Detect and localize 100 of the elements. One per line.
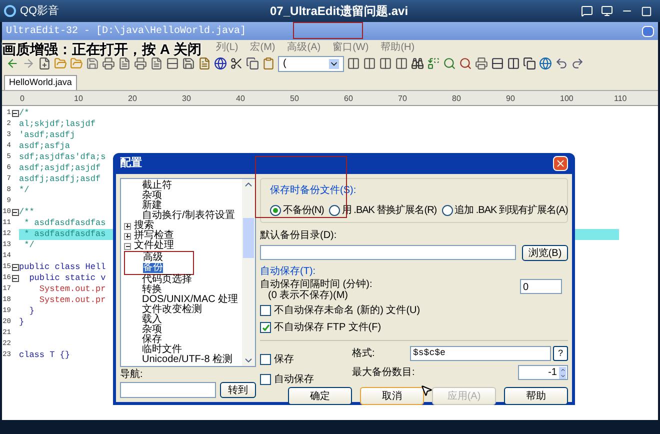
printer-icon[interactable] xyxy=(102,57,115,70)
field-label: 最大备份数目: xyxy=(352,366,416,380)
checkbox[interactable] xyxy=(260,354,271,365)
code-line: } xyxy=(19,317,24,328)
chat-icon[interactable] xyxy=(581,5,593,17)
split-horizontal-icon[interactable] xyxy=(491,57,504,70)
directory-field[interactable] xyxy=(260,245,516,260)
dialog-button[interactable]: 帮助 xyxy=(504,387,568,405)
spinner-icon[interactable] xyxy=(559,366,566,378)
navigation-field[interactable] xyxy=(120,382,216,398)
globe-icon[interactable] xyxy=(214,57,227,70)
browse-button[interactable]: 浏览(B) xyxy=(522,245,568,261)
field-label: 自动保存间隔时间 (分钟): xyxy=(260,279,372,290)
tree-item[interactable]: 代码页选择 xyxy=(142,275,192,285)
columns-icon[interactable] xyxy=(347,57,360,70)
clipboard-icon[interactable] xyxy=(262,57,275,70)
document-icon[interactable] xyxy=(118,57,131,70)
code-line: asdf;asfja xyxy=(19,141,70,152)
highlight-frame xyxy=(293,22,363,39)
expander-icon[interactable] xyxy=(124,232,131,240)
checkbox[interactable] xyxy=(260,305,271,316)
binoculars-icon[interactable] xyxy=(411,57,424,70)
spin-field[interactable]: -1 xyxy=(518,365,568,380)
tree-item[interactable]: 文件改变检测 xyxy=(142,305,202,315)
code-line: } xyxy=(28,306,34,317)
copy-icon[interactable] xyxy=(246,57,259,70)
fold-toggle-icon[interactable] xyxy=(12,209,18,216)
minimize-button[interactable] xyxy=(642,26,654,36)
ruler-number: 0 xyxy=(20,95,26,105)
redo-icon[interactable] xyxy=(571,57,584,70)
column-icon[interactable] xyxy=(395,57,408,70)
screen-icon[interactable] xyxy=(601,5,613,17)
tree-item[interactable]: 自动换行/制表符设置 xyxy=(142,211,235,221)
tree-item[interactable]: 截止符 xyxy=(142,181,172,191)
help-button[interactable]: ? xyxy=(553,346,568,361)
undo-icon[interactable] xyxy=(555,57,568,70)
maximize-icon[interactable] xyxy=(641,6,652,16)
code-line: /* xyxy=(19,108,30,119)
field-label: 默认备份目录(D): xyxy=(260,229,338,243)
interval-field[interactable]: 0 xyxy=(520,279,562,294)
radio-button[interactable] xyxy=(328,205,340,216)
fold-toggle-icon[interactable] xyxy=(12,264,18,271)
field-label: 格式: xyxy=(352,346,376,361)
dropdown-field[interactable]: ( xyxy=(278,56,344,72)
find-icon[interactable] xyxy=(443,57,456,70)
tree-item[interactable]: 高级 xyxy=(143,253,163,263)
printer-icon[interactable] xyxy=(475,57,488,70)
code-line: asdf;asjdf;asjdf xyxy=(19,163,101,174)
split-vertical-icon[interactable] xyxy=(507,57,520,70)
scissors-icon[interactable] xyxy=(230,57,243,70)
tree-item[interactable]: 转换 xyxy=(142,285,162,295)
radio-button[interactable] xyxy=(270,205,281,216)
go-to-button[interactable]: 转到 xyxy=(220,382,256,398)
tree-item[interactable]: 搜索 xyxy=(134,221,154,231)
checkbox[interactable] xyxy=(260,322,271,333)
lines-icon[interactable] xyxy=(166,57,179,70)
checkbox[interactable] xyxy=(260,374,271,385)
tree-item[interactable]: 杂项 xyxy=(142,191,162,201)
code-line: asdfj;asdfj;asdf xyxy=(19,174,101,185)
ruler-number: 110 xyxy=(614,95,628,105)
code-line: * asdfasdfasdfas xyxy=(23,229,106,240)
radio-button[interactable] xyxy=(442,205,453,216)
dialog-button[interactable]: 取消 xyxy=(360,387,424,405)
menu-item[interactable]: 宏(M) xyxy=(250,40,276,54)
format-field[interactable]: $s$c$e xyxy=(410,346,551,361)
scroll-thumb[interactable] xyxy=(243,218,254,258)
menu-item[interactable]: 帮助(H) xyxy=(380,40,415,54)
tree-item[interactable]: 备份 xyxy=(143,263,163,273)
tree-item[interactable]: 载入 xyxy=(142,315,162,325)
new-file-icon[interactable] xyxy=(38,57,51,70)
replace-icon[interactable] xyxy=(427,57,440,70)
file-icon[interactable] xyxy=(198,57,211,70)
page-icon[interactable] xyxy=(150,57,163,70)
tree-item[interactable]: 拼写检查 xyxy=(134,231,174,241)
player-logo-icon xyxy=(4,5,16,17)
dialog-button[interactable]: 确定 xyxy=(288,387,352,405)
menu-item[interactable]: 高级(A) xyxy=(287,40,321,54)
tree-item[interactable]: 文件处理 xyxy=(134,241,174,251)
dialog-title: 配置 xyxy=(120,156,142,172)
tree-item[interactable]: Unicode/UTF-8 检测 xyxy=(142,355,233,365)
find-in-files-icon[interactable] xyxy=(459,57,472,70)
file-tab[interactable]: HelloWorld.java xyxy=(4,75,77,90)
menu-item[interactable]: 窗口(W) xyxy=(332,40,369,54)
expander-icon[interactable] xyxy=(124,222,131,230)
globe-icon[interactable] xyxy=(539,57,552,70)
tree-item[interactable]: 杂项 xyxy=(142,325,162,335)
fold-toggle-icon[interactable] xyxy=(12,110,18,117)
menu-item[interactable]: 列(L) xyxy=(216,40,238,54)
save-icon[interactable] xyxy=(86,57,99,70)
tree-item[interactable]: 保存 xyxy=(142,335,162,345)
tree-item[interactable]: 新建 xyxy=(142,201,162,211)
close-button[interactable] xyxy=(553,156,568,171)
code-line: public static v xyxy=(28,273,106,284)
fold-toggle-icon[interactable] xyxy=(12,275,18,282)
tree-item[interactable]: 临时文件 xyxy=(142,345,182,355)
expander-icon[interactable] xyxy=(124,242,131,250)
ruler-number: 40 xyxy=(236,95,246,105)
scrollbar[interactable] xyxy=(242,179,255,366)
tree-item[interactable]: DOS/UNIX/MAC 处理 xyxy=(142,295,238,305)
back-arrow-icon[interactable] xyxy=(6,57,19,70)
